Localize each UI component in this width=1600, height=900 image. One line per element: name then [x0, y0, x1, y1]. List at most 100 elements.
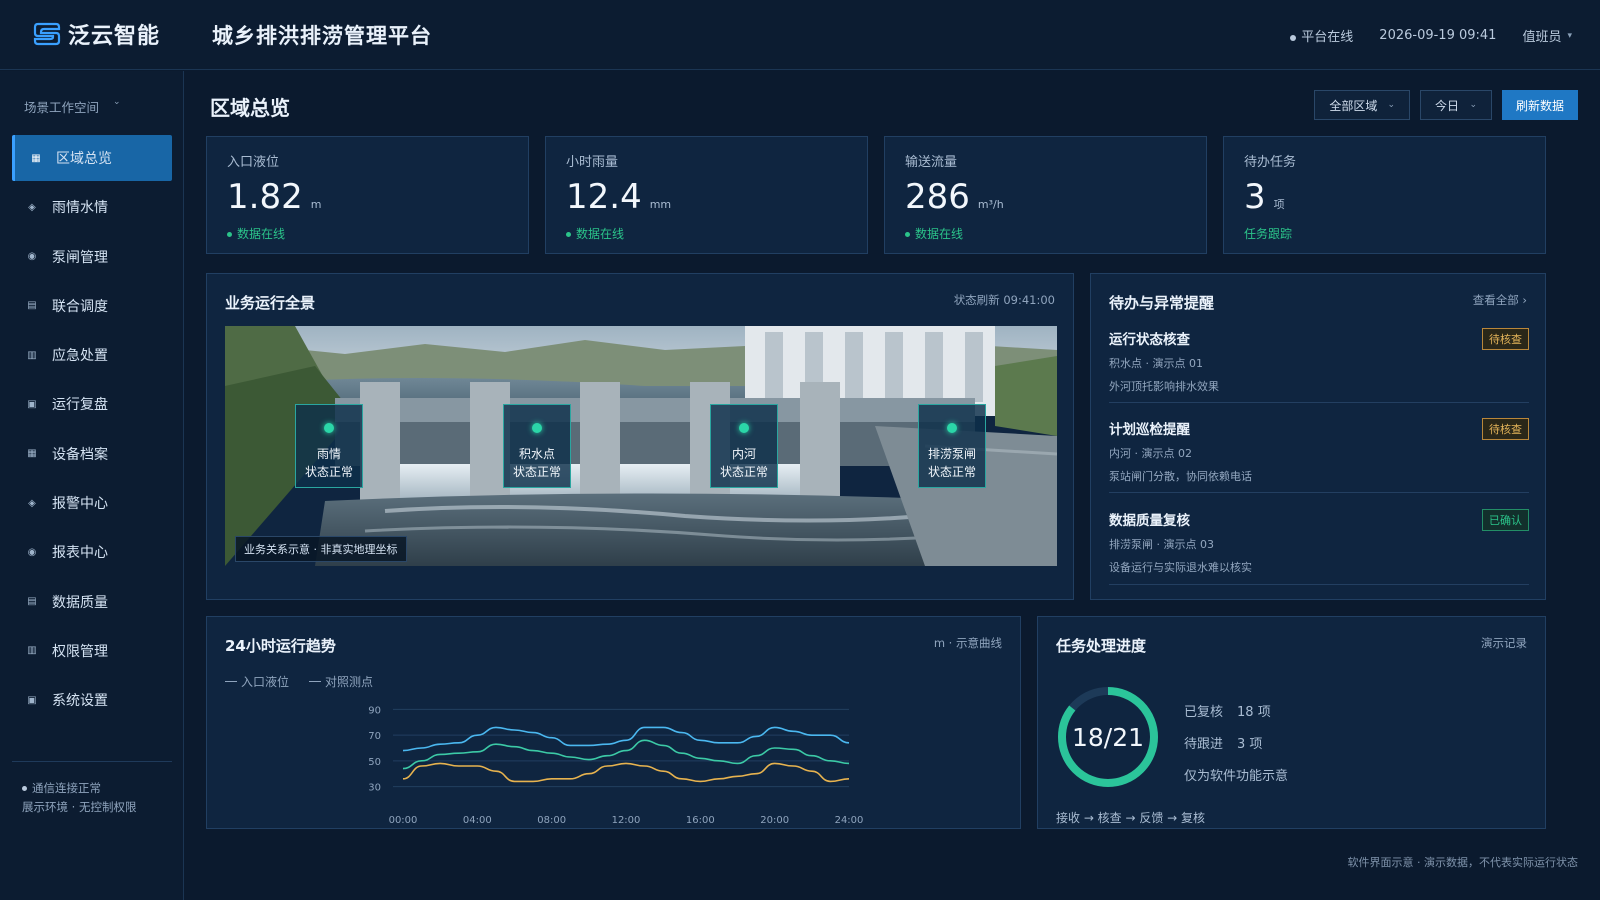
scene-marker[interactable]: 雨情 状态正常: [295, 404, 363, 488]
kpi-status: 数据在线: [227, 225, 285, 242]
sidebar-footer: 通信连接正常 展示环境 · 无控制权限: [22, 781, 137, 814]
kpi-value: 12.4 mm: [566, 177, 672, 217]
sidebar-item[interactable]: ◉ 泵闸管理: [12, 234, 172, 280]
kpi-status: 数据在线: [905, 225, 963, 242]
refresh-data-button[interactable]: 刷新数据: [1501, 90, 1578, 120]
kpi-label: 待办任务: [1244, 155, 1297, 170]
y-tick-label: 90: [368, 705, 381, 716]
scene-marker[interactable]: 内河 状态正常: [710, 404, 778, 488]
alerts-title: 待办与异常提醒: [1109, 294, 1215, 312]
brand-name: 泛云智能: [68, 24, 161, 49]
sidebar-item[interactable]: ▤ 联合调度: [12, 283, 172, 329]
sidebar-item-label: 报警中心: [52, 496, 108, 513]
scene-marker[interactable]: 排涝泵闸 状态正常: [918, 404, 986, 488]
x-tick-label: 00:00: [389, 815, 418, 826]
scene-caption: 业务关系示意 · 非真实地理坐标: [235, 536, 407, 562]
alert-description: 泵站闸门分散，协同依赖电话: [1109, 470, 1252, 483]
status-dot-icon: [1290, 34, 1297, 41]
sidebar-nav: ▦ 区域总览 ◈ 雨情水情 ◉ 泵闸管理 ▤ 联合调度 ▥ 应急处置 ▣ 运行复盘 ▦ 设备档案 ◈ 报警中心…: [12, 135, 172, 727]
status-badge: 已确认: [1482, 509, 1529, 531]
grid-icon: ▦: [31, 152, 41, 164]
sidebar-divider: [12, 761, 172, 762]
current-datetime: 2026-09-19 09:41: [1379, 28, 1497, 43]
kpi-unit: 项: [1273, 198, 1285, 211]
status-dot-icon: [324, 423, 334, 433]
app-title: 城乡排洪排涝管理平台: [212, 24, 432, 48]
page-title: 区域总览: [210, 96, 290, 120]
progress-stats: 已复核 18 项 待跟进 3 项 仅为软件功能示意: [1184, 697, 1288, 793]
sidebar-item[interactable]: ▣ 运行复盘: [12, 381, 172, 427]
kpi-unit: mm: [649, 198, 672, 211]
alert-item[interactable]: 计划巡检提醒 内河 · 演示点 02 泵站闸门分散，协同依赖电话 待核查: [1109, 418, 1529, 493]
x-tick-label: 04:00: [463, 815, 492, 826]
status-dot-icon: [532, 423, 542, 433]
trend-chart: 30 50 70 90 00:00 04:00 08:00 12:00 16:00 20:00 24…: [368, 705, 864, 826]
alert-description: 外河顶托影响排水效果: [1109, 380, 1219, 393]
brand-logo[interactable]: 泛云智能: [32, 18, 160, 50]
diamond-icon: ◈: [28, 201, 36, 213]
status-dot-icon: [739, 423, 749, 433]
kpi-unit: m³/h: [977, 198, 1004, 211]
user-menu[interactable]: 值班员 ▾: [1522, 26, 1572, 45]
kpi-status: 任务跟踪: [1244, 227, 1293, 241]
platform-status: 平台在线: [1290, 26, 1353, 45]
workspace-select[interactable]: 场景工作空间 ⌄: [24, 97, 121, 116]
process-flow: 接收 → 核查 → 反馈 → 复核: [1056, 811, 1206, 825]
x-tick-label: 24:00: [835, 815, 864, 826]
sidebar-item[interactable]: ◈ 雨情水情: [12, 184, 172, 230]
scene-marker[interactable]: 积水点 状态正常: [503, 404, 571, 488]
series-line: [402, 762, 850, 783]
series-line: [402, 726, 850, 752]
alerts-panel: 待办与异常提醒 查看全部 › 运行状态核查 积水点 · 演示点 01 外河顶托影…: [1090, 273, 1546, 600]
brand-mark-icon: [33, 22, 61, 46]
sidebar-item-label: 系统设置: [52, 693, 108, 710]
alert-item[interactable]: 运行状态核查 积水点 · 演示点 01 外河顶托影响排水效果 待核查: [1109, 328, 1529, 403]
reviewed-stat: 已复核 18 项: [1184, 705, 1271, 720]
sidebar-item-label: 运行复盘: [52, 397, 108, 414]
alert-description: 设备运行与实际退水难以核实: [1109, 561, 1252, 574]
columns-icon: ▥: [27, 349, 37, 361]
y-tick-label: 50: [368, 757, 381, 768]
sidebar-item[interactable]: ▦ 区域总览: [12, 135, 172, 181]
kpi-value: 1.82 m: [227, 177, 322, 217]
progress-title: 任务处理进度: [1056, 637, 1147, 655]
sidebar-item-label: 联合调度: [52, 298, 108, 315]
progress-note: 仅为软件功能示意: [1184, 769, 1289, 784]
status-badge: 待核查: [1482, 328, 1529, 350]
trend-panel: 24小时运行趋势 m · 示意曲线 入口液位 对照测点 30 50 70 90 00:0…: [206, 616, 1021, 829]
progress-ring-label: 18/21: [1071, 722, 1145, 752]
sidebar-item[interactable]: ▦ 设备档案: [12, 431, 172, 477]
sidebar-item[interactable]: ◈ 报警中心: [12, 480, 172, 526]
list-icon: ▤: [27, 596, 37, 608]
sidebar-item[interactable]: ▤ 数据质量: [12, 579, 172, 625]
kpi-label: 入口液位: [227, 155, 280, 170]
alert-item[interactable]: 数据质量复核 排涝泵闸 · 演示点 03 设备运行与实际退水难以核实 已确认: [1109, 509, 1529, 585]
status-dot-icon: [947, 423, 957, 433]
region-select[interactable]: 全部区域 ⌄: [1314, 90, 1410, 120]
sidebar-item[interactable]: ▥ 应急处置: [12, 332, 172, 378]
online-dot-icon: [905, 232, 910, 237]
sidebar-item[interactable]: ◉ 报表中心: [12, 529, 172, 575]
sidebar-item[interactable]: ▣ 系统设置: [12, 677, 172, 723]
x-tick-label: 16:00: [686, 815, 715, 826]
x-tick-label: 08:00: [537, 815, 566, 826]
list-icon: ▤: [27, 300, 37, 312]
view-all-link[interactable]: 查看全部 ›: [1473, 292, 1527, 308]
period-select[interactable]: 今日 ⌄: [1419, 90, 1492, 120]
online-dot-icon: [227, 232, 232, 237]
overview-panel: 业务运行全景 状态刷新 09:41:00 雨情 状态正常 积水点 状态正常 内河…: [206, 273, 1074, 600]
sidebar-item[interactable]: ▥ 权限管理: [12, 628, 172, 674]
kpi-status: 数据在线: [566, 225, 624, 242]
target-icon: ◉: [27, 546, 37, 558]
kpi-unit: m: [310, 198, 322, 211]
alert-source: 积水点 · 演示点 01: [1109, 357, 1203, 370]
sidebar-item-label: 设备档案: [52, 446, 108, 463]
overview-title: 业务运行全景: [225, 294, 316, 312]
alert-title: 计划巡检提醒: [1109, 422, 1190, 438]
pending-stat: 待跟进 3 项: [1184, 737, 1263, 752]
chevron-down-icon: ⌄: [1469, 100, 1477, 110]
top-bar: 泛云智能 城乡排洪排涝管理平台 平台在线 2026-09-19 09:41 值班…: [0, 0, 1600, 70]
x-tick-label: 20:00: [760, 815, 789, 826]
square-icon: ▣: [27, 398, 37, 410]
columns-icon: ▥: [27, 645, 37, 657]
